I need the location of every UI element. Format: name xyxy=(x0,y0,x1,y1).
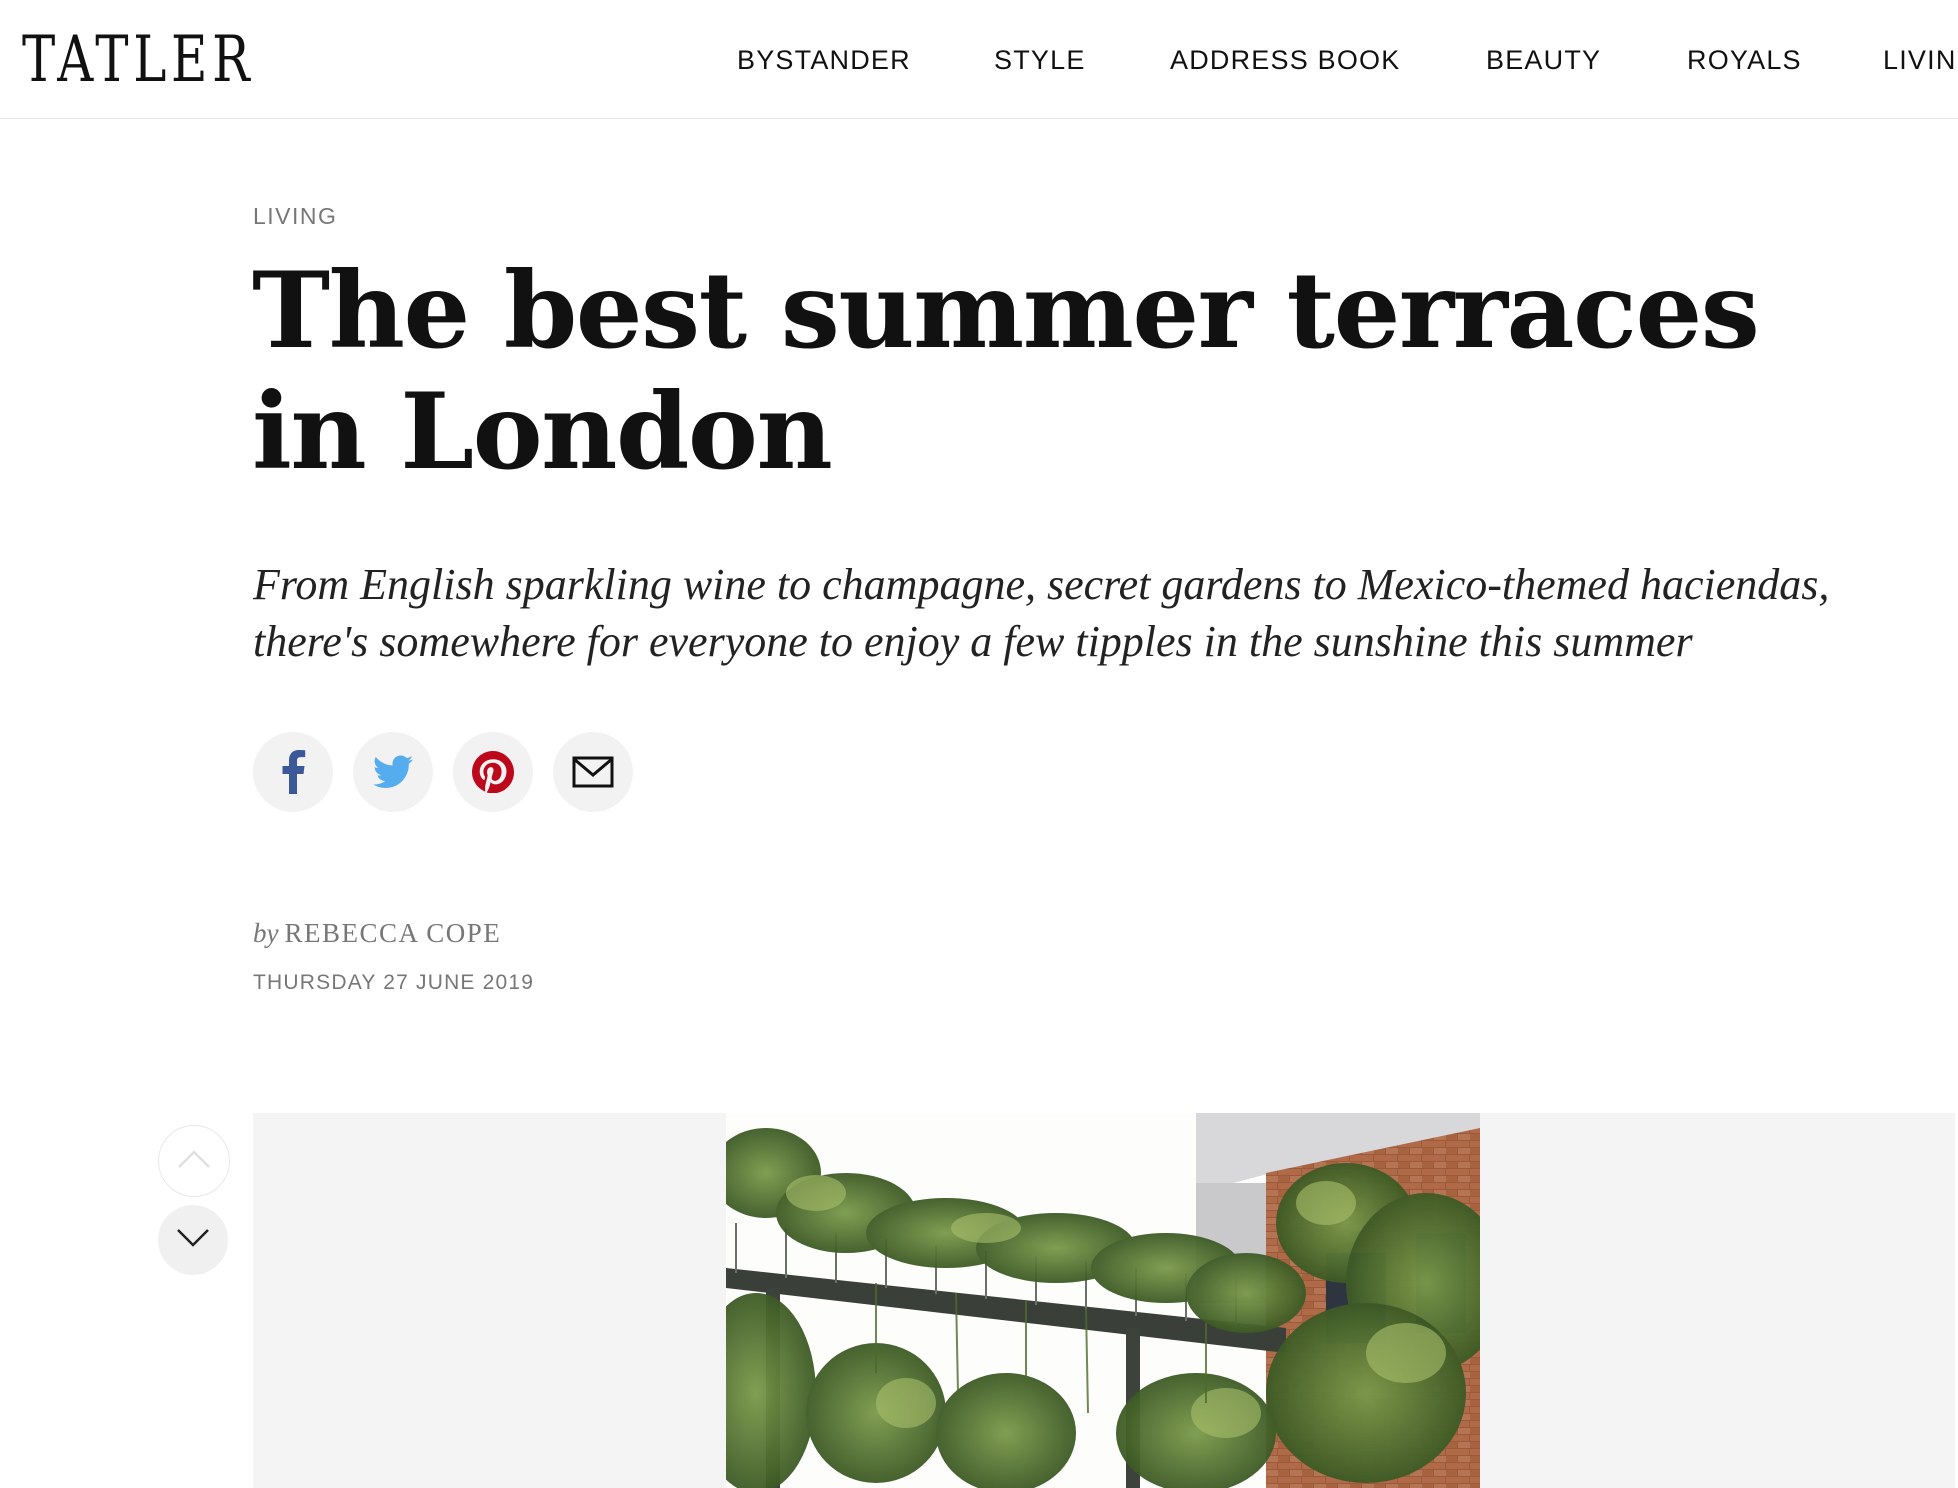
image-gallery xyxy=(253,1113,1955,1488)
share-pinterest-button[interactable] xyxy=(453,732,533,812)
chevron-down-icon xyxy=(176,1228,210,1253)
share-email-button[interactable] xyxy=(553,732,633,812)
nav-item-address-book[interactable]: ADDRESS BOOK xyxy=(1170,40,1400,80)
author-link[interactable]: REBECCA COPE xyxy=(284,918,501,948)
publish-date: THURSDAY 27 JUNE 2019 xyxy=(253,971,535,994)
twitter-icon xyxy=(373,755,413,789)
article-standfirst: From English sparkling wine to champagne… xyxy=(253,560,1830,666)
byline: by REBECCA COPE xyxy=(253,915,501,951)
facebook-icon xyxy=(280,750,306,794)
share-facebook-button[interactable] xyxy=(253,732,333,812)
gallery-prev-button[interactable] xyxy=(158,1125,230,1197)
nav-item-living[interactable]: LIVIN xyxy=(1883,40,1957,80)
nav-item-style[interactable]: STYLE xyxy=(994,40,1086,80)
nav-item-beauty[interactable]: BEAUTY xyxy=(1486,40,1601,80)
pinterest-icon xyxy=(472,751,514,793)
mail-icon xyxy=(572,756,614,788)
byline-prefix: by xyxy=(253,918,279,948)
gallery-next-button[interactable] xyxy=(158,1205,228,1275)
category-link[interactable]: LIVING xyxy=(253,200,337,232)
nav-item-royals[interactable]: ROYALS xyxy=(1687,40,1802,80)
article-headline: The best summer terraces in London xyxy=(252,248,1760,493)
gallery-photo[interactable] xyxy=(696,1113,1506,1488)
chevron-up-icon xyxy=(177,1149,211,1174)
share-twitter-button[interactable] xyxy=(353,732,433,812)
nav-item-bystander[interactable]: BYSTANDER xyxy=(737,40,911,80)
main-nav: BYSTANDER STYLE ADDRESS BOOK BEAUTY ROYA… xyxy=(0,40,1958,80)
site-header: TATLER BYSTANDER STYLE ADDRESS BOOK BEAU… xyxy=(0,0,1958,119)
